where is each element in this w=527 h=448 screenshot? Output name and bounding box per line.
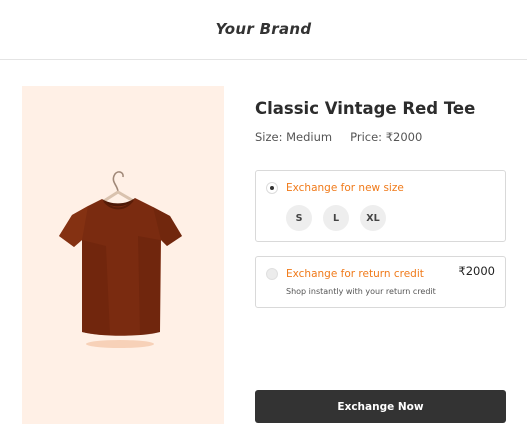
return-credit-option[interactable]: Exchange for return credit ₹2000 Shop in… — [255, 256, 506, 308]
exchange-size-option[interactable]: Exchange for new size S L XL — [255, 170, 506, 242]
size-option-xl[interactable]: XL — [360, 205, 386, 231]
option-label-return-credit: Exchange for return credit — [286, 268, 424, 280]
tshirt-on-hanger-icon — [59, 171, 182, 348]
size-selector: S L XL — [286, 205, 386, 231]
brand-name: Your Brand — [215, 20, 312, 38]
radio-new-size[interactable] — [266, 182, 278, 194]
price-text: Price: ₹2000 — [350, 130, 423, 144]
product-meta: Size: Medium Price: ₹2000 — [255, 130, 422, 144]
radio-return-credit[interactable] — [266, 268, 278, 280]
product-image — [22, 86, 224, 424]
size-option-l[interactable]: L — [323, 205, 349, 231]
header: Your Brand — [0, 0, 527, 60]
product-title: Classic Vintage Red Tee — [255, 99, 476, 118]
exchange-now-button[interactable]: Exchange Now — [255, 390, 506, 423]
size-option-s[interactable]: S — [286, 205, 312, 231]
option-label-new-size: Exchange for new size — [286, 182, 404, 194]
credit-subtext: Shop instantly with your return credit — [286, 287, 436, 296]
size-text: Size: Medium — [255, 130, 333, 144]
credit-amount: ₹2000 — [458, 264, 495, 278]
